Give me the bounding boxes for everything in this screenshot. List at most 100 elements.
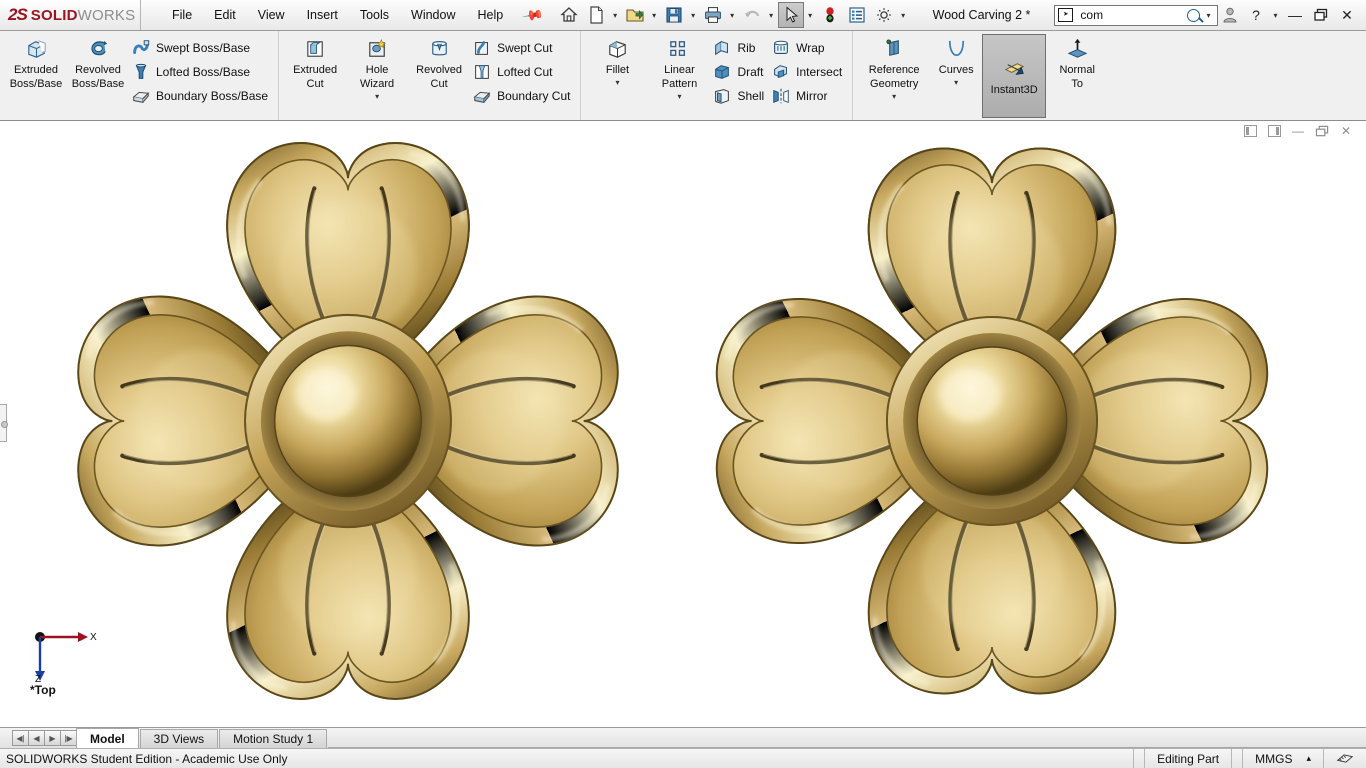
swept-cut-button[interactable]: Swept Cut: [470, 36, 575, 60]
menu-tools[interactable]: Tools: [349, 3, 400, 27]
view-orientation-triad: X Z *Top: [18, 629, 98, 699]
swept-boss-base-button[interactable]: Swept Boss/Base: [129, 36, 273, 60]
normal-to-button[interactable]: Normal To: [1046, 34, 1108, 93]
revolved-boss-base-button[interactable]: Revolved Boss/Base: [67, 34, 129, 93]
graphics-viewport[interactable]: — ✕ X Z *Top: [0, 121, 1366, 727]
user-account-icon[interactable]: [1218, 3, 1242, 27]
tab-model[interactable]: Model: [76, 728, 139, 748]
search-value[interactable]: com: [1073, 8, 1187, 22]
pin-icon[interactable]: 📌: [521, 3, 544, 27]
status-spacer-2: [1231, 749, 1242, 768]
menu-edit[interactable]: Edit: [203, 3, 247, 27]
help-question-icon[interactable]: ?: [1244, 3, 1268, 27]
restore-button[interactable]: [1309, 3, 1333, 27]
reference-geometry-button[interactable]: Reference Geometry ▾: [858, 34, 930, 104]
wrap-icon: [774, 40, 789, 54]
lofted-cut-button[interactable]: Lofted Cut: [470, 60, 575, 84]
revolved-cut-button[interactable]: Revolved Cut: [408, 34, 470, 93]
linear-pattern-caret-icon[interactable]: ▾: [677, 92, 681, 101]
mirror-button[interactable]: Mirror: [769, 84, 847, 108]
reference-geometry-caret-icon[interactable]: ▾: [892, 92, 896, 101]
select-arrow-icon[interactable]: [777, 2, 804, 28]
ribbon-group-features: Fillet ▾ Linear Pattern ▾ Rib Draft Shel…: [581, 31, 854, 120]
doc-restore-button[interactable]: [1314, 124, 1330, 138]
display-options-icon[interactable]: [844, 2, 870, 28]
menu-window[interactable]: Window: [400, 3, 466, 27]
featuremanager-collapsed-tab[interactable]: [0, 404, 8, 442]
curves-caret-icon[interactable]: ▾: [954, 78, 958, 87]
extruded-boss-label-2: Boss/Base: [9, 78, 63, 90]
fillet-caret-icon[interactable]: ▾: [615, 78, 619, 87]
intersect-button[interactable]: Intersect: [769, 60, 847, 84]
hole-wizard-caret-icon[interactable]: ▾: [375, 92, 379, 101]
menu-insert[interactable]: Insert: [296, 3, 349, 27]
revolved-boss-label-2: Boss/Base: [71, 78, 125, 90]
units-caret-icon[interactable]: ▴: [1306, 753, 1311, 764]
model-render: [0, 121, 1366, 727]
settings-gear-icon[interactable]: [871, 2, 897, 28]
instant3d-button[interactable]: Instant3D: [982, 34, 1047, 118]
tab-nav-next[interactable]: ▶: [44, 730, 61, 746]
save-icon[interactable]: [661, 2, 687, 28]
boundary-cut-button[interactable]: Boundary Cut: [470, 84, 575, 108]
extruded-cut-icon: [306, 41, 323, 57]
units-settings-icon[interactable]: [1323, 749, 1366, 768]
save-caret-icon[interactable]: ▾: [688, 11, 699, 20]
collapse-right-button[interactable]: [1266, 124, 1282, 138]
revolved-boss-icon: [90, 40, 107, 56]
tab-nav-last[interactable]: |▶: [60, 730, 77, 746]
tab-nav-prev[interactable]: ◀: [28, 730, 45, 746]
search-input[interactable]: ➤ com ▾: [1054, 4, 1218, 26]
solidworks-wordmark: SOLIDWORKS: [31, 7, 136, 24]
magnifier-icon[interactable]: [1187, 8, 1200, 22]
intersect-label: Intersect: [796, 65, 843, 79]
solidworks-logo[interactable]: 2S SOLIDWORKS: [0, 0, 141, 30]
undo-icon[interactable]: [739, 2, 765, 28]
units-selector[interactable]: MMGS ▴: [1242, 749, 1323, 768]
draft-button[interactable]: Draft: [710, 60, 769, 84]
search-caret-icon[interactable]: ▾: [1203, 11, 1214, 20]
home-icon[interactable]: [556, 2, 582, 28]
close-button[interactable]: ✕: [1335, 3, 1359, 27]
extruded-boss-base-button[interactable]: Extruded Boss/Base: [5, 34, 67, 93]
reference-geometry-icon: [886, 39, 899, 56]
boundary-boss-icon: [132, 91, 150, 103]
new-document-caret-icon[interactable]: ▾: [610, 11, 621, 20]
help-caret-icon[interactable]: ▾: [1270, 11, 1281, 20]
tab-motion-study-1[interactable]: Motion Study 1: [219, 729, 328, 748]
open-folder-icon[interactable]: [622, 2, 648, 28]
new-document-icon[interactable]: [583, 2, 609, 28]
undo-caret-icon[interactable]: ▾: [766, 11, 777, 20]
hole-wizard-button[interactable]: Hole Wizard ▾: [346, 34, 408, 104]
linear-pattern-button[interactable]: Linear Pattern ▾: [648, 34, 710, 104]
menu-help[interactable]: Help: [467, 3, 515, 27]
extruded-cut-button[interactable]: Extruded Cut: [284, 34, 346, 93]
minimize-button[interactable]: —: [1283, 3, 1307, 27]
menu-file[interactable]: File: [161, 3, 203, 27]
doc-minimize-button[interactable]: —: [1290, 124, 1306, 138]
intersect-icon: [774, 65, 788, 79]
tab-3d-views[interactable]: 3D Views: [139, 729, 219, 748]
fillet-button[interactable]: Fillet ▾: [586, 34, 648, 90]
settings-caret-icon[interactable]: ▾: [898, 11, 909, 20]
extruded-cut-label-2: Cut: [306, 78, 324, 90]
rib-button[interactable]: Rib: [710, 36, 769, 60]
boundary-boss-base-button[interactable]: Boundary Boss/Base: [129, 84, 273, 108]
print-icon[interactable]: [700, 2, 726, 28]
collapse-left-button[interactable]: [1242, 124, 1258, 138]
lofted-boss-base-button[interactable]: Lofted Boss/Base: [129, 60, 273, 84]
print-caret-icon[interactable]: ▾: [727, 11, 738, 20]
revolved-cut-icon: [431, 41, 447, 56]
curves-icon: [948, 40, 964, 57]
ribbon-group-geometry: Reference Geometry ▾ Curves ▾ Instant3D …: [853, 31, 1113, 120]
shell-button[interactable]: Shell: [710, 84, 769, 108]
wrap-button[interactable]: Wrap: [769, 36, 847, 60]
select-arrow-caret-icon[interactable]: ▾: [805, 11, 816, 20]
tab-nav-first[interactable]: ◀|: [12, 730, 29, 746]
open-folder-caret-icon[interactable]: ▾: [649, 11, 660, 20]
menu-view[interactable]: View: [247, 3, 296, 27]
doc-close-button[interactable]: ✕: [1338, 124, 1354, 138]
rebuild-icon[interactable]: [817, 2, 843, 28]
curves-button[interactable]: Curves ▾: [930, 34, 982, 90]
quick-access-toolbar: ▾ ▾ ▾ ▾ ▾ ▾ ▾: [556, 2, 909, 28]
